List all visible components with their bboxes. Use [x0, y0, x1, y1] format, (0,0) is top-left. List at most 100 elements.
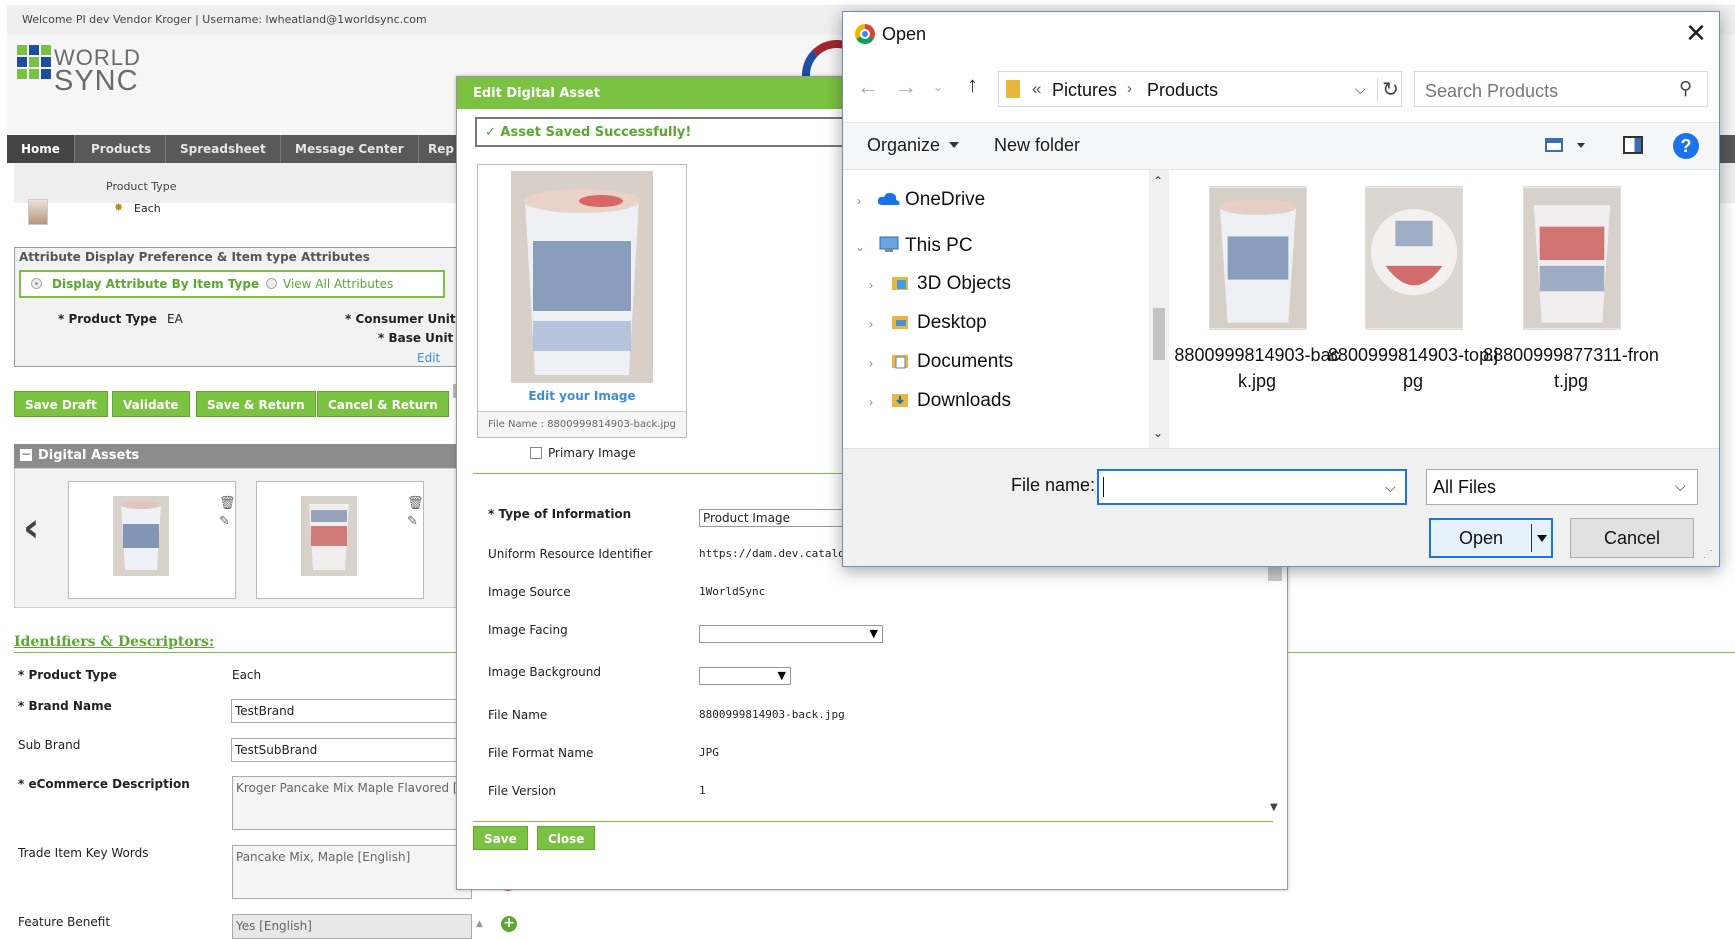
nav-products[interactable]: Products	[77, 135, 167, 163]
product-thumbnail[interactable]	[28, 199, 48, 225]
preview-pane-icon[interactable]	[1623, 136, 1643, 154]
attr-edit-link[interactable]: Edit	[417, 351, 440, 365]
trash-icon[interactable]: 🗑	[407, 496, 424, 511]
asset-card[interactable]: 🗑 ✎	[68, 481, 236, 599]
resize-grip-icon[interactable]: ⋰	[1703, 549, 1713, 560]
radio-label-view-all-attributes[interactable]: View All Attributes	[283, 277, 393, 291]
open-dialog-titlebar[interactable]: Open ✕	[843, 12, 1719, 56]
file-item[interactable]: 8800999814903-top.jpg	[1325, 186, 1498, 391]
chevron-up-icon[interactable]: ⌃	[1153, 174, 1163, 188]
search-input[interactable]: Search Products	[1425, 81, 1558, 102]
edit-icon[interactable]: ✎	[407, 514, 418, 529]
nav-home[interactable]: Home	[7, 135, 75, 163]
asset-thumbnail[interactable]	[301, 496, 357, 576]
breadcrumb-overflow[interactable]: «	[1032, 79, 1041, 99]
chevron-right-icon[interactable]: ›	[869, 317, 873, 331]
up-arrow-icon[interactable]: ↑	[967, 72, 978, 98]
file-thumbnail[interactable]	[1365, 186, 1463, 330]
search-icon[interactable]: ⚲	[1679, 78, 1692, 99]
save-draft-button[interactable]: Save Draft	[14, 391, 108, 417]
caret-down-icon[interactable]	[1577, 143, 1585, 148]
feature-benefit-input[interactable]: Yes [English]	[232, 914, 472, 939]
close-button[interactable]: Close	[537, 826, 596, 850]
file-thumbnail[interactable]	[1523, 186, 1621, 330]
edit-icon[interactable]: ✎	[219, 514, 230, 529]
image-background-select[interactable]: ▼	[699, 667, 791, 685]
change-view-icon[interactable]	[1545, 138, 1563, 152]
trade-item-keywords-input[interactable]: Pancake Mix, Maple [English]	[232, 845, 472, 899]
nav-desktop[interactable]: Desktop	[917, 312, 987, 334]
caret-down-icon[interactable]	[949, 142, 959, 148]
cancel-button[interactable]: Cancel	[1570, 518, 1694, 558]
chevron-right-icon[interactable]: ›	[869, 278, 873, 292]
digital-assets-header[interactable]: − Digital Assets	[14, 444, 466, 468]
breadcrumb-separator[interactable]: ›	[1127, 80, 1132, 97]
brand-name-input[interactable]: TestBrand	[231, 699, 471, 723]
save-button[interactable]: Save	[473, 826, 528, 850]
radio-view-all-attributes[interactable]	[266, 278, 277, 289]
refresh-icon[interactable]: ↻	[1377, 78, 1403, 102]
nav-message-center[interactable]: Message Center	[281, 135, 419, 163]
back-arrow-icon[interactable]: ←	[857, 74, 879, 100]
chevron-down-icon[interactable]: ⌵	[1675, 478, 1686, 495]
add-icon[interactable]: +	[501, 916, 517, 932]
file-name[interactable]: 8800999814903-top.jpg	[1325, 342, 1501, 394]
chevron-down-icon[interactable]: ⌵	[1355, 81, 1366, 98]
primary-image-checkbox[interactable]	[530, 447, 542, 459]
address-bar[interactable]: « Pictures › Products ⌵ ↻	[998, 71, 1402, 107]
image-facing-select[interactable]: ▼	[699, 625, 883, 643]
chevron-right-icon[interactable]: ›	[869, 356, 873, 370]
caret-down-icon[interactable]	[1537, 535, 1547, 542]
scroll-down-icon[interactable]: ▼	[1270, 802, 1278, 813]
recent-locations-icon[interactable]: ⌄	[933, 80, 943, 94]
chevron-down-icon[interactable]: ⌄	[1153, 426, 1163, 440]
radio-display-by-item-type[interactable]	[31, 278, 42, 289]
trash-icon[interactable]: 🗑	[219, 496, 236, 511]
file-thumbnail[interactable]	[1209, 186, 1307, 330]
asset-thumbnail[interactable]	[113, 496, 169, 576]
file-name-input[interactable]: ⌵	[1097, 469, 1407, 505]
file-name[interactable]: 88800999877311-front.jpg	[1483, 342, 1659, 394]
collapse-icon[interactable]: −	[20, 448, 32, 461]
chevron-down-icon[interactable]: ⌄	[855, 240, 865, 254]
nav-documents[interactable]: Documents	[917, 351, 1013, 373]
nav-onedrive[interactable]: OneDrive	[905, 189, 985, 211]
search-box[interactable]: Search Products ⚲	[1414, 71, 1708, 107]
nav-this-pc[interactable]: This PC	[905, 235, 973, 257]
file-type-filter-select[interactable]: All Files ⌵	[1426, 469, 1698, 505]
file-name[interactable]: 8800999814903-back.jpg	[1169, 342, 1345, 394]
chevron-left-icon[interactable]: ‹	[23, 505, 39, 551]
breadcrumb-pictures[interactable]: Pictures	[1052, 80, 1117, 101]
validate-button[interactable]: Validate	[112, 391, 190, 417]
breadcrumb-products[interactable]: Products	[1147, 80, 1218, 101]
sub-brand-input[interactable]: TestSubBrand	[231, 738, 471, 762]
1worldsync-logo[interactable]: WORLD SYNC	[17, 43, 157, 96]
file-item[interactable]: 8800999814903-back.jpg	[1169, 186, 1340, 391]
nav-3d-objects[interactable]: 3D Objects	[917, 273, 1011, 295]
asset-card[interactable]: 🗑 ✎	[256, 481, 424, 599]
dialog-scroll-thumb[interactable]	[1268, 567, 1282, 581]
nav-spreadsheet[interactable]: Spreadsheet	[166, 135, 281, 163]
help-icon[interactable]: ?	[1673, 133, 1699, 159]
chevron-right-icon[interactable]: ›	[857, 194, 861, 208]
open-button-label[interactable]: Open	[1431, 520, 1531, 556]
chevron-down-icon[interactable]: ⌵	[1385, 479, 1396, 496]
edit-image-link[interactable]: Edit your Image	[478, 389, 686, 403]
save-return-button[interactable]: Save & Return	[196, 391, 316, 417]
open-button[interactable]: Open	[1429, 518, 1553, 558]
chevron-right-icon[interactable]: ›	[869, 395, 873, 409]
type-of-information-select[interactable]: Product Image	[699, 509, 859, 527]
scroll-thumb[interactable]	[1153, 308, 1165, 360]
cancel-return-button[interactable]: Cancel & Return	[317, 391, 449, 417]
forward-arrow-icon[interactable]: →	[895, 74, 917, 100]
file-item[interactable]: 88800999877311-front.jpg	[1483, 186, 1659, 391]
new-folder-button[interactable]: New folder	[994, 135, 1080, 156]
ecommerce-description-input[interactable]: Kroger Pancake Mix Maple Flavored [E	[232, 776, 472, 830]
scroll-up-icon[interactable]: ▲	[476, 919, 483, 929]
open-dialog-title: Open	[882, 24, 927, 44]
nav-scrollbar[interactable]: ⌃ ⌄	[1149, 170, 1169, 448]
close-icon[interactable]: ✕	[1681, 20, 1711, 48]
organize-menu[interactable]: Organize	[867, 135, 940, 156]
nav-downloads[interactable]: Downloads	[917, 390, 1011, 412]
radio-label-display-by-item-type[interactable]: Display Attribute By Item Type	[52, 277, 259, 291]
